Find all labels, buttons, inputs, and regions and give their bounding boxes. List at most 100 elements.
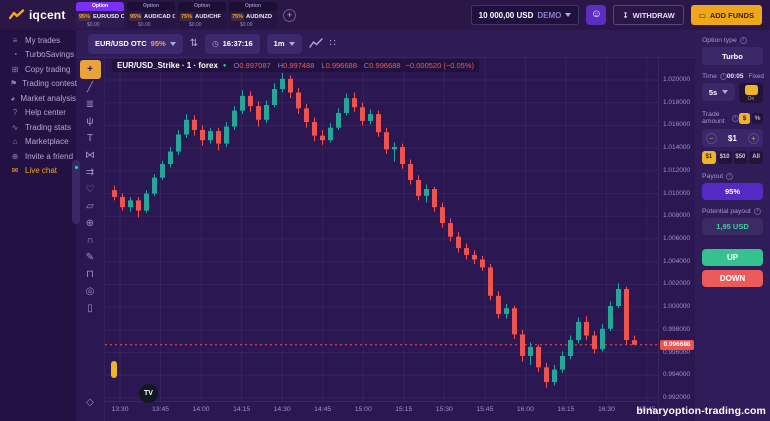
time-row: 5s On — [702, 83, 763, 103]
up-button[interactable]: UP — [702, 249, 763, 266]
zoom-in-icon[interactable]: ⊕ — [80, 215, 100, 232]
increase-amount-button[interactable]: + — [748, 133, 759, 144]
change-value: −0.000520 (−0.05%) — [406, 61, 474, 70]
balance-selector[interactable]: 10 000,00 USD DEMO — [471, 5, 580, 25]
text-tool-icon[interactable]: T — [80, 130, 100, 147]
sidebar-item-help-center[interactable]: ?Help center — [0, 106, 76, 121]
trend-line-icon[interactable]: ╱ — [80, 79, 100, 96]
fib-retracement-icon[interactable]: ≣ — [80, 96, 100, 113]
tab-asset-name: AUD/CAD OTC — [144, 14, 175, 20]
tab-option-label: Option — [127, 2, 175, 11]
sidebar-item-label: Help center — [25, 108, 66, 117]
sidebar-collapse-handle[interactable] — [72, 160, 80, 224]
decrease-amount-button[interactable]: − — [706, 133, 717, 144]
price-tick: 0.992000 — [663, 394, 690, 401]
expiration-timer: ◷ 16:37:16 — [205, 34, 260, 54]
quick-amount-1[interactable]: $1 — [702, 151, 716, 164]
trade-amount-label-row: Trade amounti $ % — [702, 111, 763, 125]
down-button[interactable]: DOWN — [702, 270, 763, 287]
option-type-selector[interactable]: Turbo — [702, 47, 763, 65]
sidebar-item-invite-a-friend[interactable]: ⊕Invite a friend — [0, 149, 76, 164]
indicators-icon[interactable]: ⇅ — [190, 38, 198, 49]
time-axis[interactable]: 13:3013:4514:0014:1514:3014:4515:0015:15… — [105, 401, 658, 421]
info-icon: i — [720, 73, 727, 80]
lock-drawings-icon[interactable]: ⊓ — [80, 266, 100, 283]
chart-type-icon[interactable] — [309, 38, 323, 49]
quick-amount-10[interactable]: $10 — [718, 151, 732, 164]
long-short-position-icon[interactable]: ⇉ — [80, 164, 100, 181]
chart-controls-bar: EUR/USD OTC 95% ⇅ ◷ 16:37:16 1m ∷ — [76, 30, 695, 58]
time-tick: 16:30 — [593, 406, 619, 413]
price-tick: 0.994000 — [663, 371, 690, 378]
price-tick: 1.008000 — [663, 212, 690, 219]
pitchfork-icon[interactable]: ψ — [80, 113, 100, 130]
symbol-label: EUR/USD OTC — [95, 39, 147, 48]
tab-aud-nzd[interactable]: Option75%AUD/NZD$0.00 — [229, 2, 277, 28]
price-tick: 1.016000 — [663, 121, 690, 128]
emoji-icon[interactable]: ♡ — [80, 181, 100, 198]
quick-amount-all[interactable]: All — [749, 151, 763, 164]
candlestick-chart[interactable] — [105, 30, 658, 401]
measure-icon[interactable]: ▱ — [80, 198, 100, 215]
tab-aud-chf[interactable]: Option75%AUD/CHF$0.00 — [178, 2, 226, 28]
tradingview-logo[interactable]: TV — [139, 384, 158, 403]
sidebar-item-marketplace[interactable]: ⌂Marketplace — [0, 135, 76, 150]
symbol-selector[interactable]: EUR/USD OTC 95% — [88, 34, 183, 54]
price-axis[interactable]: 1.0220001.0200001.0180001.0160001.014000… — [658, 30, 695, 421]
fullscreen-icon[interactable]: ∷ — [330, 38, 336, 49]
time-tick: 14:30 — [269, 406, 295, 413]
time-tick: 15:15 — [391, 406, 417, 413]
sidebar-item-copy-trading[interactable]: ⊞Copy trading — [0, 62, 76, 77]
symbol-payout: 95% — [151, 39, 166, 48]
amount-stepper: − $1 + — [702, 129, 763, 147]
sidebar-item-trading-stats[interactable]: ∿Trading stats — [0, 120, 76, 135]
asset-tabs: Option95%EUR/USD OTC$0.00Option95%AUD/CA… — [76, 2, 277, 28]
percent-mode-button[interactable]: % — [752, 113, 763, 124]
price-tick: 1.012000 — [663, 167, 690, 174]
add-funds-button[interactable]: ▭ ADD FUNDS — [691, 5, 762, 25]
sidebar-item-turbosavings[interactable]: ◔TurboSavings — [0, 48, 76, 63]
potential-payout-value: 1,95 USD — [702, 218, 763, 235]
status-dot — [75, 166, 78, 169]
iqcent-logo[interactable]: iqcent — [0, 8, 76, 22]
balance-tag: DEMO — [537, 11, 561, 20]
sidebar-item-label: TurboSavings — [25, 50, 74, 59]
info-icon: i — [732, 115, 739, 122]
quick-amount-50[interactable]: $50 — [734, 151, 748, 164]
magnet-icon[interactable]: ∩ — [80, 232, 100, 249]
potential-payout-label: Potential payout — [702, 208, 751, 215]
tab-payout-badge: 95% — [78, 13, 91, 21]
sidebar-item-market-analysis[interactable]: ◕Market analysis — [0, 91, 76, 106]
time-value: 5s — [709, 88, 717, 97]
object-tree-icon[interactable]: ◇ — [80, 397, 100, 413]
crosshair-icon[interactable]: + — [80, 60, 101, 79]
currency-mode-button[interactable]: $ — [739, 113, 750, 124]
low-value: 0.996688 — [326, 61, 357, 70]
payout-value[interactable]: 95% — [702, 183, 763, 200]
drawing-mode-icon[interactable]: ✎ — [80, 249, 100, 266]
sidebar-item-live-chat[interactable]: ✉Live chat — [0, 164, 76, 179]
remove-drawings-icon[interactable]: ▯ — [80, 300, 100, 317]
add-asset-tab-button[interactable]: + — [283, 9, 296, 22]
sidebar-item-my-trades[interactable]: ≡My trades — [0, 33, 76, 48]
option-type-label: Option type — [702, 37, 737, 44]
price-tick: 1.002000 — [663, 280, 690, 287]
account-button[interactable]: ☺ — [586, 5, 606, 25]
balance-amount: 10 000,00 USD — [479, 11, 534, 20]
price-tick: 1.018000 — [663, 99, 690, 106]
tab-payout-badge: 75% — [180, 13, 193, 21]
time-tick: 15:45 — [472, 406, 498, 413]
fixed-toggle[interactable]: On — [739, 83, 763, 103]
xabcd-pattern-icon[interactable]: ⋈ — [80, 147, 100, 164]
hide-drawings-icon[interactable]: ◎ — [80, 283, 100, 300]
sidebar-item-trading-contest[interactable]: ⚑Trading contest — [0, 77, 76, 92]
sidebar-item-label: Trading stats — [25, 123, 71, 132]
sidebar-item-label: Live chat — [25, 166, 57, 175]
tab-eur-usd-otc[interactable]: Option95%EUR/USD OTC$0.00 — [76, 2, 124, 28]
time-selector[interactable]: 5s — [702, 83, 735, 101]
withdraw-button[interactable]: ↧ WITHDRAW — [613, 5, 683, 25]
price-tick: 1.006000 — [663, 235, 690, 242]
info-icon: i — [726, 173, 733, 180]
tab-aud-cad-otc[interactable]: Option95%AUD/CAD OTC$0.00 — [127, 2, 175, 28]
timeframe-selector[interactable]: 1m — [267, 34, 302, 54]
